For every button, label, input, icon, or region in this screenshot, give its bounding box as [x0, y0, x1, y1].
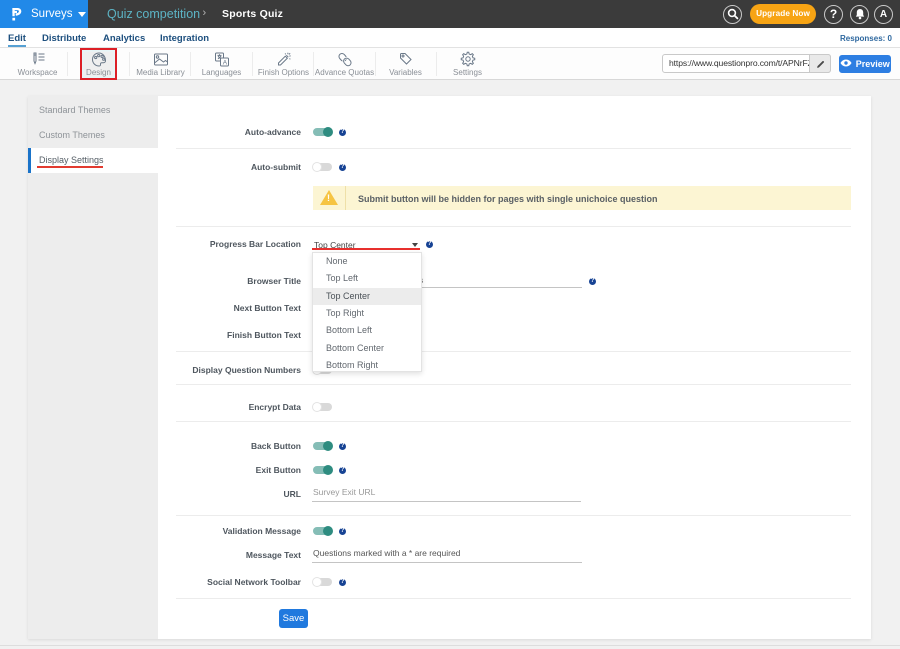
svg-text:A: A — [222, 60, 227, 67]
